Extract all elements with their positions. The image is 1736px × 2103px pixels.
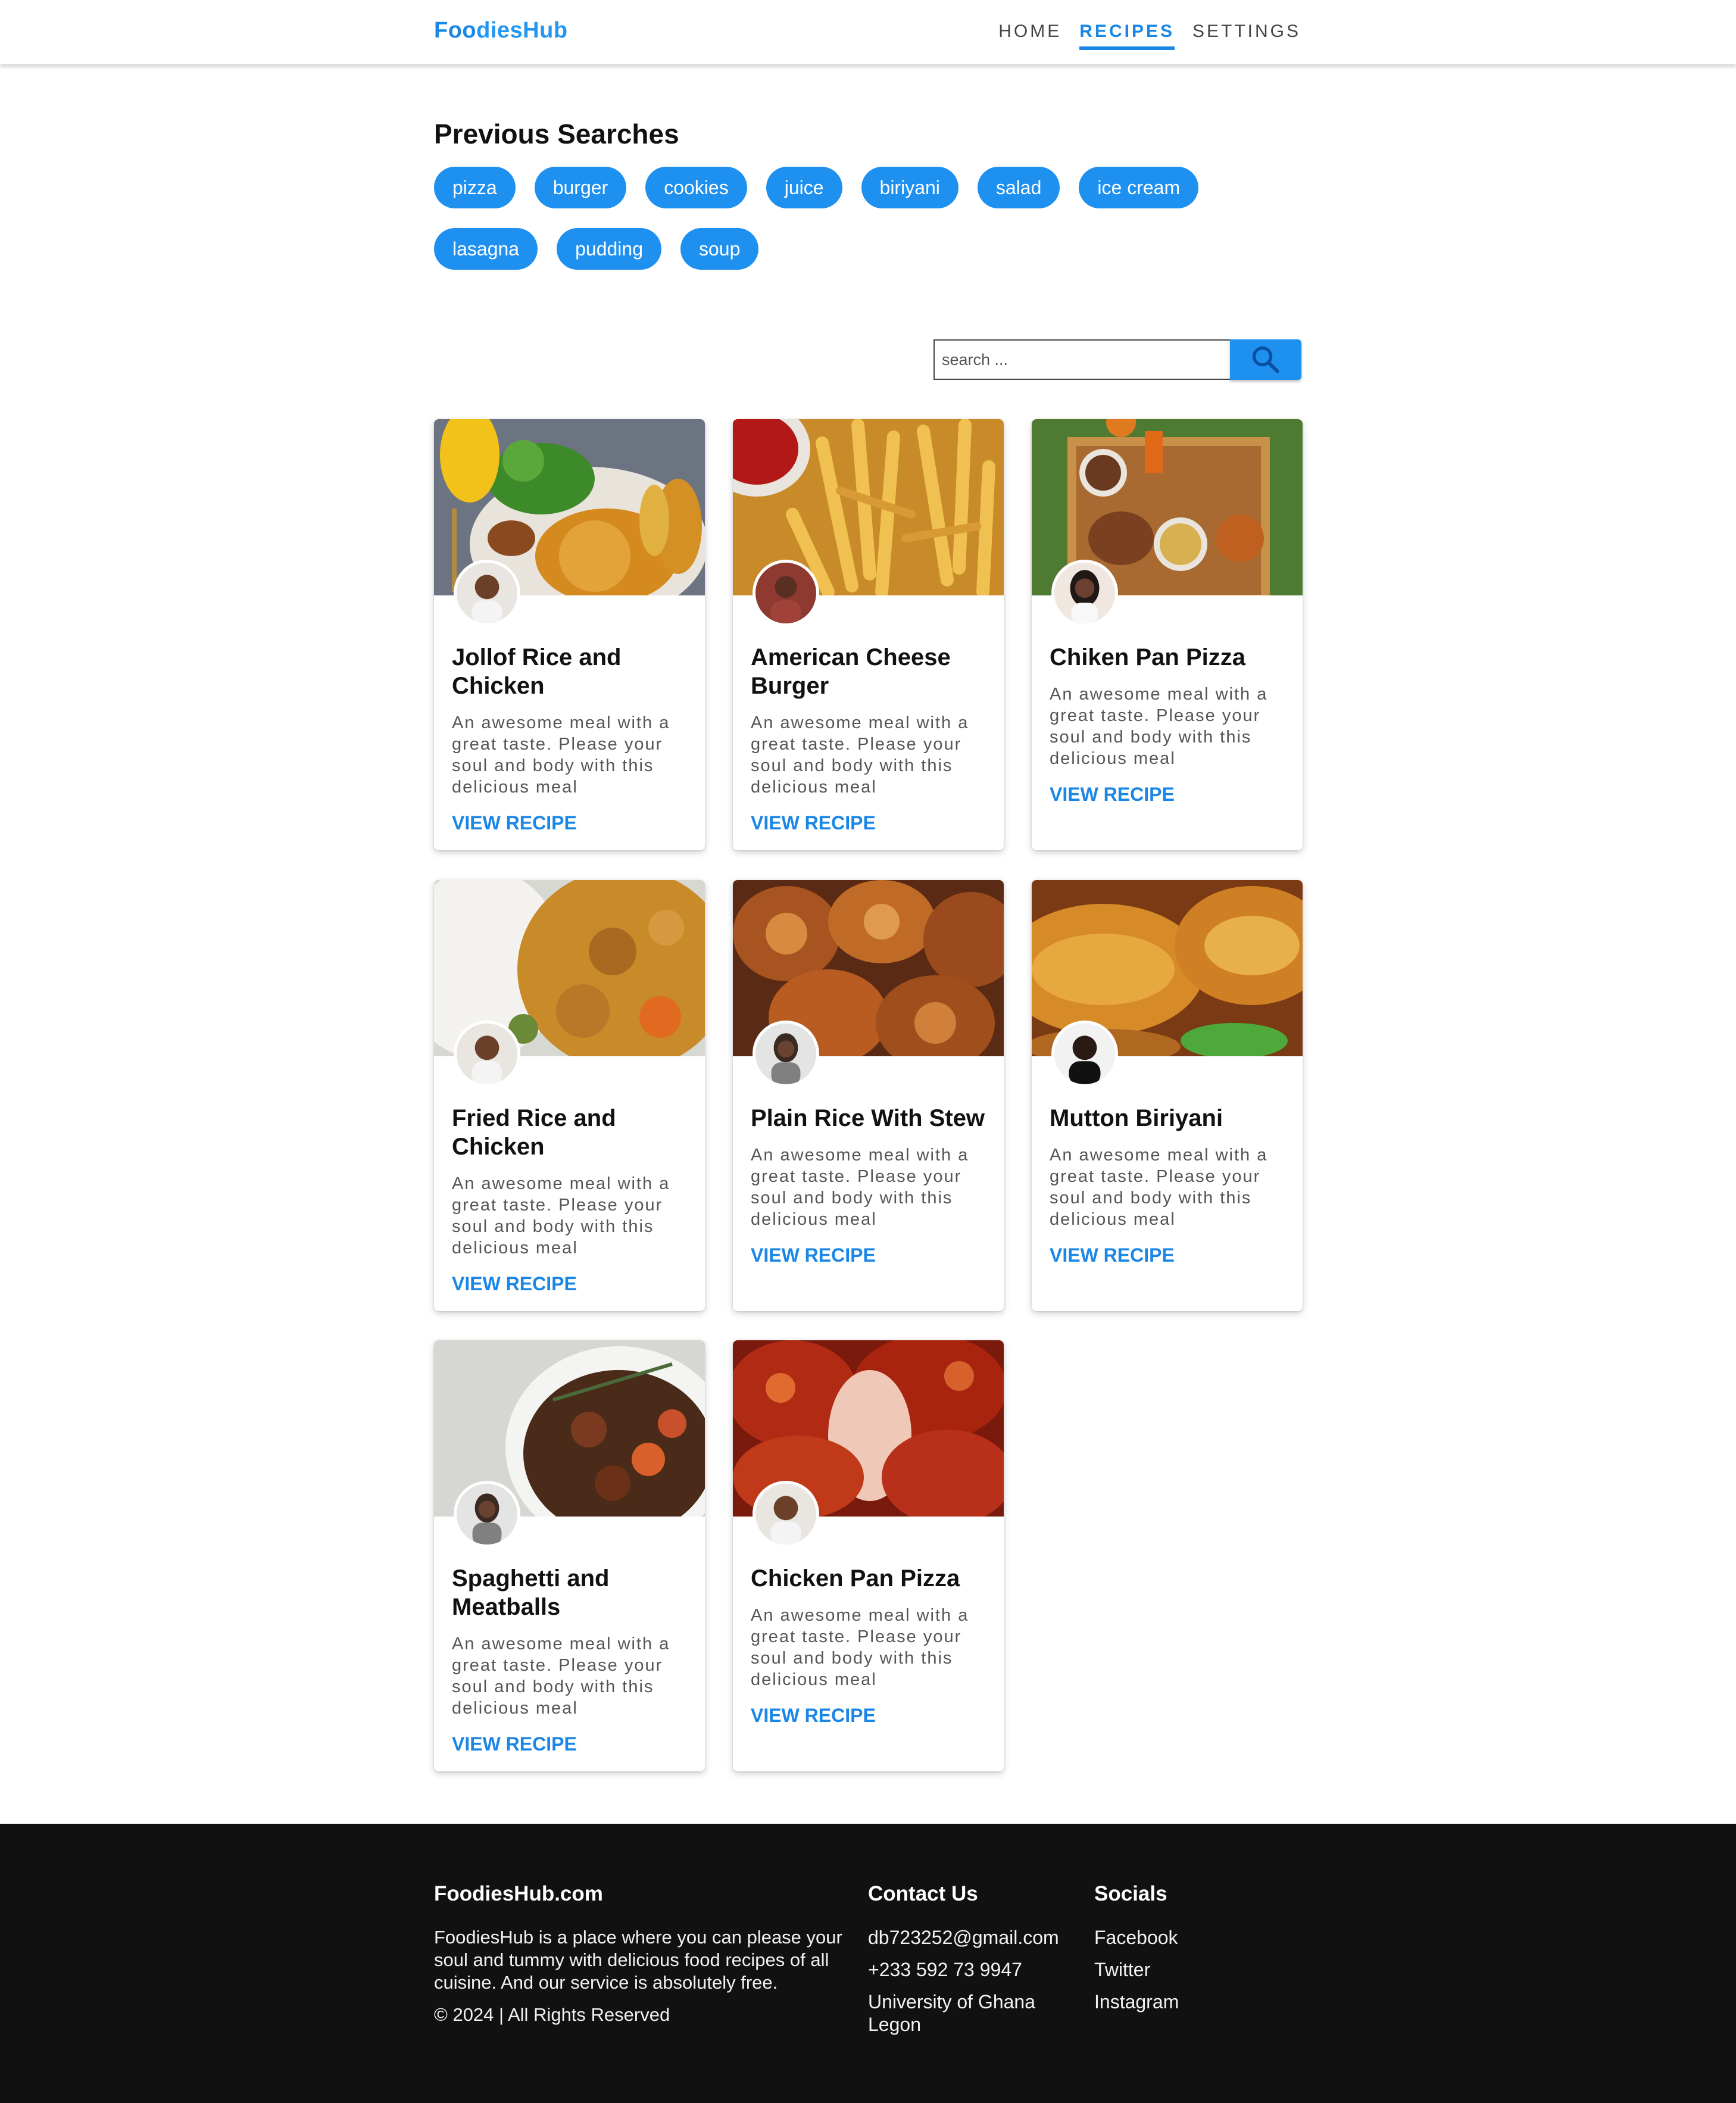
search-chip[interactable]: biriyani [861, 167, 958, 208]
footer: FoodiesHub.com FoodiesHub is a place whe… [0, 1824, 1736, 2103]
main-nav: HOME RECIPES SETTINGS [998, 21, 1301, 50]
footer-about: FoodiesHub.com FoodiesHub is a place whe… [434, 1882, 851, 2026]
recipe-title: Chiken Pan Pizza [1050, 644, 1245, 670]
author-avatar [454, 1481, 520, 1547]
recipe-description: An awesome meal with a great taste. Plea… [452, 713, 670, 797]
logo-part-1: Foo [434, 18, 477, 43]
search-chip[interactable]: ice cream [1079, 167, 1199, 208]
footer-contact-title: Contact Us [868, 1882, 978, 1905]
author-avatar [753, 560, 819, 626]
previous-searches-title: Previous Searches [434, 118, 679, 149]
footer-about-text: FoodiesHub is a place where you can plea… [434, 1927, 842, 1993]
search-button[interactable] [1230, 339, 1301, 380]
social-instagram-link[interactable]: Instagram [1094, 1990, 1273, 2013]
recipe-card[interactable]: Mutton Biriyani An awesome meal with a g… [1032, 880, 1303, 1311]
author-avatar [1051, 560, 1118, 626]
recipe-card[interactable]: Chiken Pan Pizza An awesome meal with a … [1032, 419, 1303, 850]
author-avatar [454, 560, 520, 626]
view-recipe-link[interactable]: VIEW RECIPE [1050, 784, 1285, 806]
footer-socials-title: Socials [1094, 1882, 1167, 1905]
recipe-description: An awesome meal with a great taste. Plea… [751, 1146, 969, 1229]
previous-searches-chips: pizza burger cookies juice biriyani sala… [434, 167, 1267, 270]
search-chip[interactable]: juice [766, 167, 842, 208]
recipe-card[interactable]: Chicken Pan Pizza An awesome meal with a… [733, 1340, 1004, 1771]
recipe-description: An awesome meal with a great taste. Plea… [1050, 685, 1268, 768]
recipe-description: An awesome meal with a great taste. Plea… [452, 1634, 670, 1718]
recipe-title: Plain Rice With Stew [751, 1105, 985, 1131]
nav-home[interactable]: HOME [998, 21, 1061, 50]
search-icon [1252, 346, 1279, 373]
nav-recipes[interactable]: RECIPES [1079, 21, 1175, 50]
recipe-description: An awesome meal with a great taste. Plea… [751, 1606, 969, 1689]
recipe-title: Spaghetti and Meatballs [452, 1565, 610, 1620]
social-facebook-link[interactable]: Facebook [1094, 1926, 1273, 1949]
search-chip[interactable]: burger [534, 167, 627, 208]
search-bar [933, 339, 1301, 380]
logo-part-2: diesHub [476, 18, 568, 43]
recipe-title: American Cheese Burger [751, 644, 951, 699]
navbar: FoodiesHub HOME RECIPES SETTINGS [0, 0, 1736, 64]
view-recipe-link[interactable]: VIEW RECIPE [751, 1244, 986, 1266]
recipe-card[interactable]: Jollof Rice and Chicken An awesome meal … [434, 419, 705, 850]
recipe-title: Fried Rice and Chicken [452, 1105, 616, 1160]
social-twitter-link[interactable]: Twitter [1094, 1958, 1273, 1981]
recipe-title: Jollof Rice and Chicken [452, 644, 622, 699]
author-avatar [454, 1021, 520, 1087]
recipe-card[interactable]: Fried Rice and Chicken An awesome meal w… [434, 880, 705, 1311]
search-chip[interactable]: pudding [557, 228, 661, 270]
nav-settings[interactable]: SETTINGS [1192, 21, 1301, 50]
view-recipe-link[interactable]: VIEW RECIPE [452, 1733, 687, 1755]
brand-logo[interactable]: FoodiesHub [434, 18, 568, 43]
search-input[interactable] [933, 339, 1230, 380]
footer-socials: Socials Facebook Twitter Instagram [1094, 1882, 1273, 2023]
search-chip[interactable]: cookies [645, 167, 747, 208]
search-chip[interactable]: salad [977, 167, 1060, 208]
footer-about-title: FoodiesHub.com [434, 1882, 603, 1905]
author-avatar [753, 1481, 819, 1547]
recipe-title: Chicken Pan Pizza [751, 1565, 960, 1592]
view-recipe-link[interactable]: VIEW RECIPE [1050, 1244, 1285, 1266]
search-chip[interactable]: pizza [434, 167, 516, 208]
contact-phone[interactable]: +233 592 73 9947 [868, 1958, 1070, 1981]
recipe-card[interactable]: Plain Rice With Stew An awesome meal wit… [733, 880, 1004, 1311]
footer-copyright: © 2024 | All Rights Reserved [434, 2004, 670, 2025]
view-recipe-link[interactable]: VIEW RECIPE [452, 1273, 687, 1295]
contact-email[interactable]: db723252@gmail.com [868, 1926, 1070, 1949]
search-chip[interactable]: soup [680, 228, 759, 270]
search-chip[interactable]: lasagna [434, 228, 538, 270]
contact-address: University of Ghana Legon [868, 1991, 1036, 2035]
view-recipe-link[interactable]: VIEW RECIPE [452, 812, 687, 834]
recipe-description: An awesome meal with a great taste. Plea… [751, 713, 969, 797]
recipe-card[interactable]: Spaghetti and Meatballs An awesome meal … [434, 1340, 705, 1771]
view-recipe-link[interactable]: VIEW RECIPE [751, 812, 986, 834]
footer-contact: Contact Us db723252@gmail.com +233 592 7… [868, 1882, 1070, 2045]
author-avatar [1051, 1021, 1118, 1087]
author-avatar [753, 1021, 819, 1087]
view-recipe-link[interactable]: VIEW RECIPE [751, 1705, 986, 1727]
recipe-title: Mutton Biriyani [1050, 1105, 1223, 1131]
recipe-description: An awesome meal with a great taste. Plea… [452, 1174, 670, 1258]
recipe-description: An awesome meal with a great taste. Plea… [1050, 1146, 1268, 1229]
recipe-card[interactable]: American Cheese Burger An awesome meal w… [733, 419, 1004, 850]
